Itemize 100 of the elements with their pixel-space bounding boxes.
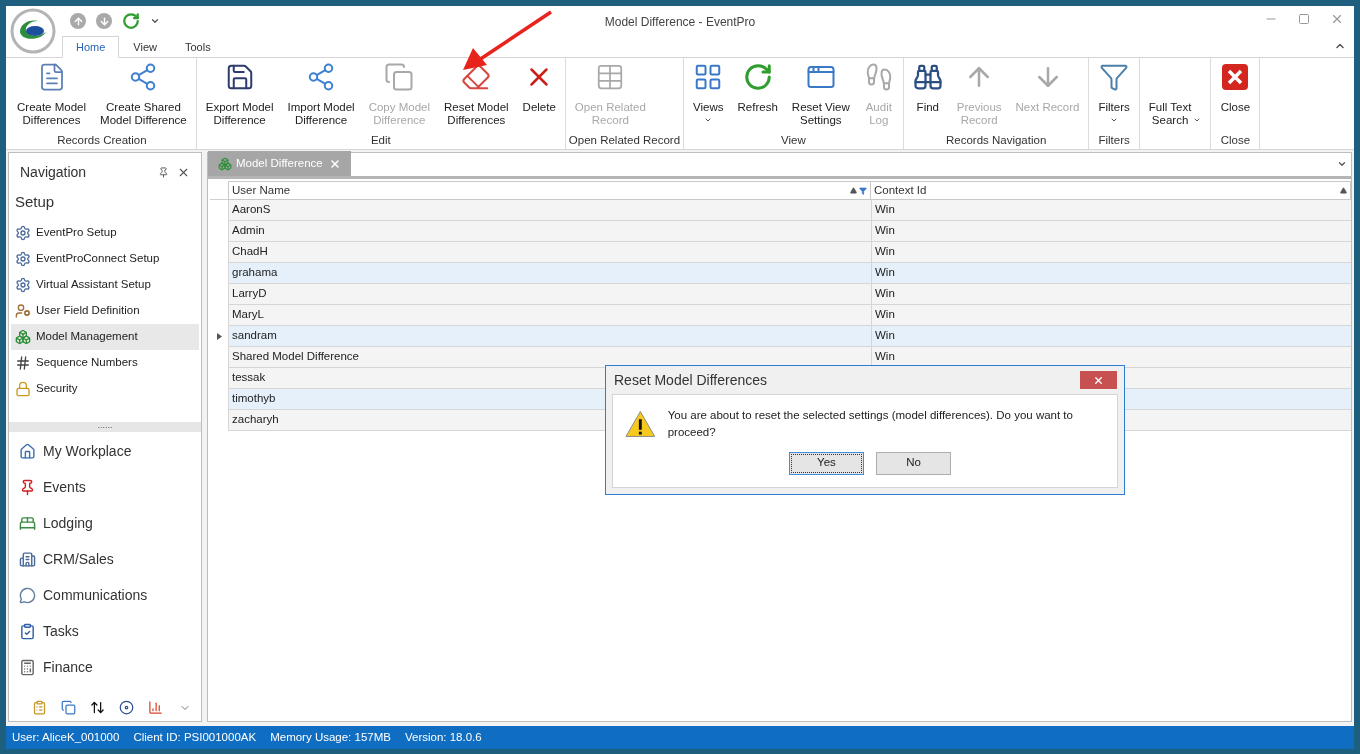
down-arrow-icon [98,15,110,27]
warning-icon [625,410,656,439]
ribbon-button[interactable]: Filters [1092,62,1136,132]
navigation-item[interactable]: Sequence Numbers [11,349,199,376]
ribbon-group-label: Edit [370,133,391,147]
boxes-icon [218,156,232,171]
module-item[interactable]: My Workplace [9,433,201,470]
logo-icon[interactable] [10,8,56,54]
building-icon [19,551,36,568]
gear-icon [15,224,31,241]
ribbon-group-label: View [781,133,806,147]
ribbon-button[interactable]: Delete [516,62,562,132]
dialog-close-button[interactable] [1080,371,1117,389]
table-cell: Win [871,305,1351,326]
module-item[interactable]: Lodging [9,505,201,542]
ribbon-group-label: Open Related Record [568,133,681,147]
status-text: Memory Usage: 157MB [270,729,391,745]
maximize-icon[interactable] [1298,13,1310,25]
ribbon-tab[interactable]: Home [62,36,120,58]
filter-icon[interactable] [859,186,867,195]
dropdown-icon [1193,116,1202,124]
ribbon-button[interactable]: Refresh [731,62,784,132]
table-cell: Win [871,263,1351,284]
table-cell: Win [871,221,1351,242]
panel-title: Navigation [20,162,88,182]
navigation-item[interactable]: EventProConnect Setup [11,245,199,272]
calculator-icon [19,659,36,676]
ribbon-tab[interactable]: Tools [171,36,225,58]
chart-icon[interactable] [148,700,163,715]
bed-icon [19,515,36,532]
sort-icon [850,187,857,194]
table-cell: Admin [228,221,871,242]
table-cell: LarryD [228,284,871,305]
boxes-icon [15,328,31,345]
ribbon-group-label: Filters [1098,133,1130,147]
table-cell: Win [871,347,1351,368]
refresh-icon [742,62,773,92]
navigation-item[interactable]: EventPro Setup [11,219,199,246]
up-button[interactable] [70,13,86,29]
ribbon-button[interactable]: Full Text Search [1142,62,1208,132]
clipboard-icon[interactable] [32,700,47,715]
sort-icon [1340,187,1347,194]
ribbon-button[interactable]: Export Model Difference [199,62,280,132]
module-item[interactable]: Finance [9,649,201,686]
documents-icon[interactable] [61,700,76,715]
window-title: Model Difference - EventPro [604,14,756,31]
module-item[interactable]: Tasks [9,613,201,650]
ribbon-button[interactable]: Views [687,62,730,132]
speech-bubble-icon [19,587,36,604]
section-title: Setup [14,192,56,212]
splitter[interactable]: ...... [9,421,201,432]
up-arrow-icon [72,15,84,27]
dialog-title: Reset Model Differences [613,370,769,390]
status-text: User: AliceK_001000 [12,729,120,745]
table-cell: Win [871,200,1351,221]
down-button[interactable] [96,13,112,29]
ribbon-button[interactable]: Import Model Difference [281,62,361,132]
ribbon-group-label: Records Creation [57,133,147,147]
close-icon [1093,374,1104,386]
ribbon-button[interactable]: Create Model Differences [11,62,93,132]
disc-icon[interactable] [119,700,134,715]
table-cell: ChadH [228,242,871,263]
ribbon-group-label: Records Navigation [945,133,1047,147]
module-item[interactable]: CRM/Sales [9,541,201,578]
table-cell: Win [871,242,1351,263]
module-item[interactable]: Communications [9,577,201,614]
ribbon-button[interactable]: Close [1214,62,1257,132]
dialog-button[interactable]: No [876,451,951,475]
table-cell: sandram [228,326,871,347]
pin-icon[interactable] [158,166,169,178]
navigation-item[interactable]: Model Management [11,323,199,350]
tab-menu-icon[interactable] [1337,159,1347,169]
column-header[interactable]: User Name [228,181,871,200]
gear-icon [15,276,31,293]
ribbon-button[interactable]: Find [906,62,949,132]
status-text: Version: 18.0.6 [404,729,482,745]
dropdown-icon [704,116,713,124]
sort-arrows-icon[interactable] [90,700,105,715]
column-header[interactable]: Context Id [871,181,1351,200]
navigation-item[interactable]: User Field Definition [11,297,199,324]
table-cell: AaronS [228,200,871,221]
ribbon-button[interactable]: Create Shared Model Difference [94,62,193,132]
refresh-icon[interactable] [122,12,140,30]
ribbon-button[interactable]: Reset Model Differences [438,62,515,132]
ribbon-group-label: Close [1220,133,1251,147]
table-cell: Win [871,284,1351,305]
module-item[interactable]: Events [9,469,201,506]
user-icon [15,302,31,319]
ribbon-tab[interactable]: View [119,36,171,58]
dialog-button[interactable]: Yes [789,451,864,475]
status-text: Client ID: PSI001000AK [133,729,257,745]
dropdown-icon [1110,116,1119,124]
navigation-item[interactable]: Security [11,375,199,402]
customize-icon[interactable] [150,16,160,26]
table-cell: Win [871,326,1351,347]
house-icon [19,443,36,460]
binoculars-icon [912,62,943,92]
pushpin-icon [19,479,36,496]
navigation-item[interactable]: Virtual Assistant Setup [11,271,199,298]
ribbon-button[interactable]: Reset View Settings [785,62,856,132]
